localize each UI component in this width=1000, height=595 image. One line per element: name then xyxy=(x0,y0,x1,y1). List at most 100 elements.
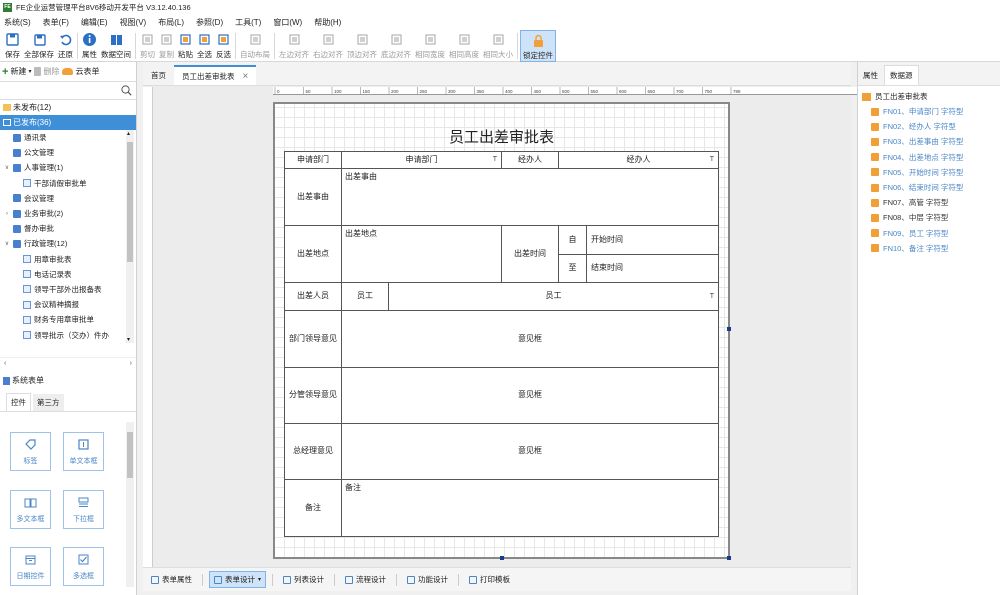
mode-tab[interactable]: 打印模板 xyxy=(465,572,514,587)
datasource-field[interactable]: FN06、结束时间 字符型 xyxy=(858,180,1000,195)
from-label[interactable]: 自 xyxy=(558,225,587,255)
scroll-up-icon[interactable]: ▴ xyxy=(127,130,130,137)
sub-opinion-box[interactable]: 意见框 xyxy=(341,367,719,424)
save-all-button[interactable]: 全部保存 xyxy=(22,30,56,62)
tree-search-input[interactable] xyxy=(2,82,117,98)
tree-form-item[interactable]: 干部请假审批单 xyxy=(0,176,136,191)
new-button[interactable]: + 新建 ▾ xyxy=(2,66,31,78)
remark-label[interactable]: 备注 xyxy=(284,479,342,537)
menu-view[interactable]: 视图(V) xyxy=(120,17,147,28)
mode-tab[interactable]: 表单设计 ▾ xyxy=(209,571,267,588)
tab-controls[interactable]: 控件 xyxy=(6,393,31,411)
resize-handle[interactable] xyxy=(727,556,731,560)
tree-form-item[interactable]: 财务专用章审批单 xyxy=(0,312,136,327)
staff-field[interactable]: 员工 T xyxy=(388,282,719,311)
control-checkbox[interactable]: 多选框 xyxy=(63,547,104,586)
mode-tab[interactable]: 列表设计 xyxy=(279,572,328,587)
lock-button[interactable]: 锁定控件 xyxy=(520,30,556,62)
dept-label[interactable]: 申请部门 xyxy=(284,151,342,169)
menu-reference[interactable]: 参照(D) xyxy=(196,17,223,28)
dept-opinion-label[interactable]: 部门领导意见 xyxy=(284,310,342,368)
remark-field[interactable]: 备注 xyxy=(341,479,719,537)
control-multi-text[interactable]: 多文本框 xyxy=(10,490,51,529)
to-label[interactable]: 至 xyxy=(558,254,587,283)
staff-label[interactable]: 出差人员 xyxy=(284,282,342,311)
cloud-form-button[interactable]: 云表单 xyxy=(62,66,99,77)
align-top-button[interactable]: 顶边对齐 xyxy=(345,30,379,62)
reason-label[interactable]: 出差事由 xyxy=(284,168,342,226)
book-button[interactable]: 数据空间 xyxy=(99,30,133,62)
control-calendar[interactable]: 日期控件 xyxy=(10,547,51,586)
menu-form[interactable]: 表单(F) xyxy=(43,17,69,28)
tree-form-item[interactable]: 领导干部外出报备表 xyxy=(0,282,136,297)
scroll-left-icon[interactable]: ‹ xyxy=(4,360,6,367)
gm-opinion-label[interactable]: 总经理意见 xyxy=(284,423,342,480)
tree-folder-item[interactable]: 督办审批 xyxy=(0,221,136,236)
unpublished-group[interactable]: 未发布(12) xyxy=(0,100,136,115)
reason-field[interactable]: 出差事由 xyxy=(341,168,719,226)
menu-tools[interactable]: 工具(T) xyxy=(235,17,261,28)
tree-form-item[interactable]: 电话记录表 xyxy=(0,267,136,282)
datasource-field[interactable]: FN10、备注 字符型 xyxy=(858,241,1000,256)
datasource-field[interactable]: FN07、高管 字符型 xyxy=(858,195,1000,210)
tab-datasource[interactable]: 数据源 xyxy=(884,65,919,85)
same-size-button[interactable]: 相同大小 xyxy=(481,30,515,62)
published-group[interactable]: 已发布(36) xyxy=(0,115,136,130)
tree-folder-item[interactable]: 通讯录 xyxy=(0,130,136,145)
datasource-field[interactable]: FN03、出差事由 字符型 xyxy=(858,134,1000,149)
tree-folder-item[interactable]: ∨ 行政管理(12) xyxy=(0,236,136,251)
time-label[interactable]: 出差时间 xyxy=(501,225,559,283)
palette-scroll-thumb[interactable] xyxy=(127,432,133,478)
datasource-field[interactable]: FN05、开始时间 字符型 xyxy=(858,165,1000,180)
mode-tab[interactable]: 表单属性 xyxy=(147,572,196,587)
tree-toggle-icon[interactable]: ∨ xyxy=(4,240,10,247)
copy-button[interactable]: 复制 xyxy=(157,30,176,62)
undo-button[interactable]: 还原 xyxy=(56,30,75,62)
tree-folder-item[interactable]: 会议管理 xyxy=(0,191,136,206)
control-tag[interactable]: 标签 xyxy=(10,432,51,471)
sub-opinion-label[interactable]: 分管领导意见 xyxy=(284,367,342,424)
same-width-button[interactable]: 相同宽度 xyxy=(413,30,447,62)
mode-tab[interactable]: 功能设计 xyxy=(403,572,452,587)
mode-tab[interactable]: 流程设计 xyxy=(341,572,390,587)
datasource-field[interactable]: FN02、经办人 字符型 xyxy=(858,119,1000,134)
dept-opinion-box[interactable]: 意见框 xyxy=(341,310,719,368)
align-right-button[interactable]: 右边对齐 xyxy=(311,30,345,62)
scroll-right-icon[interactable]: › xyxy=(130,360,132,367)
palette-scrollbar[interactable] xyxy=(126,422,134,587)
place-field[interactable]: 出差地点 xyxy=(341,225,502,283)
tree-form-item[interactable]: 领导批示（交办）件办 xyxy=(0,327,136,342)
datasource-field[interactable]: FN04、出差地点 字符型 xyxy=(858,150,1000,165)
delete-button[interactable]: 删除 xyxy=(34,66,59,77)
search-icon[interactable] xyxy=(121,85,132,96)
same-height-button[interactable]: 相同高度 xyxy=(447,30,481,62)
place-label[interactable]: 出差地点 xyxy=(284,225,342,283)
control-dropdown[interactable]: 下拉框 xyxy=(63,490,104,529)
close-icon[interactable]: × xyxy=(243,71,249,82)
handler-label[interactable]: 经办人 xyxy=(501,151,559,169)
tree-toggle-icon[interactable]: ∨ xyxy=(4,164,10,171)
menu-system[interactable]: 系统(S) xyxy=(4,17,31,28)
info-button[interactable]: 属性 xyxy=(80,30,99,62)
resize-handle[interactable] xyxy=(727,327,731,331)
tree-toggle-icon[interactable]: › xyxy=(4,211,10,217)
datasource-root[interactable]: 员工出差审批表 xyxy=(858,89,1000,104)
tree-form-item[interactable]: 会议精神摘报 xyxy=(0,297,136,312)
tree-hscrollbar[interactable]: ‹ › xyxy=(0,357,136,369)
auto-layout-button[interactable]: 自动布局 xyxy=(238,30,272,62)
menu-help[interactable]: 帮助(H) xyxy=(314,17,341,28)
scroll-down-icon[interactable]: ▾ xyxy=(127,336,130,343)
paste-button[interactable]: 粘贴 xyxy=(176,30,195,62)
tree-folder-item[interactable]: 公文管理 xyxy=(0,145,136,160)
cut-button[interactable]: 剪切 xyxy=(138,30,157,62)
datasource-field[interactable]: FN09、员工 字符型 xyxy=(858,226,1000,241)
tab-trip-form[interactable]: 员工出差审批表 × xyxy=(174,65,257,85)
form-title[interactable]: 员工出差审批表 xyxy=(275,126,728,147)
dept-field[interactable]: 申请部门 T xyxy=(341,151,502,169)
control-single-text[interactable]: 单文本框 xyxy=(63,432,104,471)
handler-field[interactable]: 经办人 T xyxy=(558,151,719,169)
save-button[interactable]: 保存 xyxy=(3,30,22,62)
menu-window[interactable]: 窗口(W) xyxy=(273,17,302,28)
datasource-field[interactable]: FN01、申请部门 字符型 xyxy=(858,104,1000,119)
tree-folder-item[interactable]: › 业务审批(2) xyxy=(0,206,136,221)
